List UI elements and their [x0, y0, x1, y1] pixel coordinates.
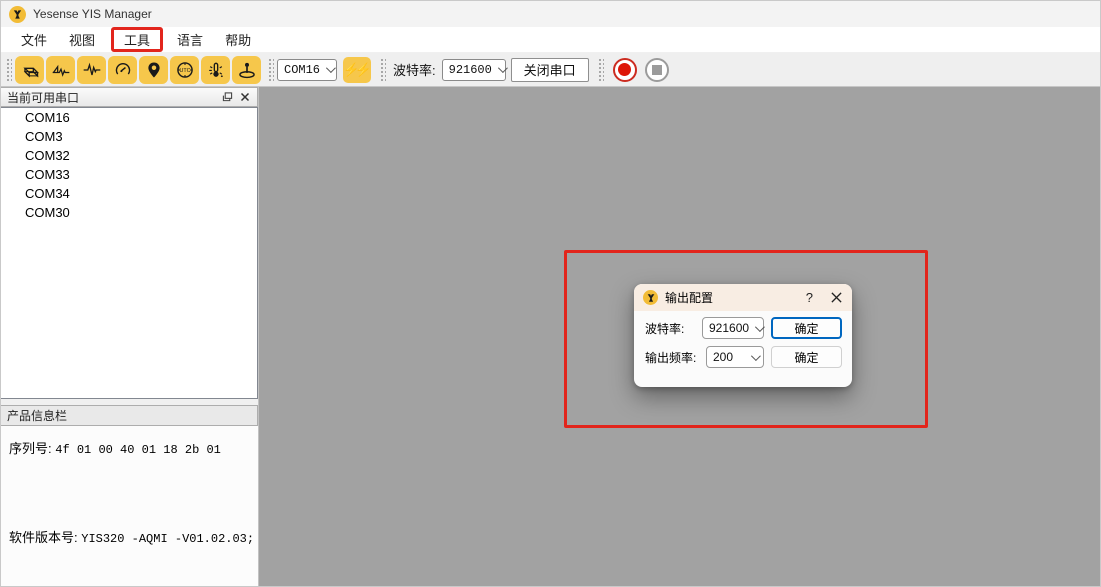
dialog-baud-label: 波特率: [645, 320, 702, 337]
serial-number-value: 4f 01 00 40 01 18 2b 01 [55, 443, 221, 457]
output-rate-row: 输出频率: 200 确定 [645, 346, 842, 368]
software-version-line: 软件版本号: YIS320 -AQMI -V01.02.03; [9, 527, 250, 546]
dialog-baud-value: 921600 [709, 321, 749, 335]
app-logo-icon [9, 6, 26, 23]
baud-rate-select[interactable]: 921600 [442, 59, 506, 81]
port-list-item[interactable]: COM30 [1, 203, 257, 222]
ports-list: COM16 COM3 COM32 COM33 COM34 COM30 [1, 107, 258, 399]
angle-waveform-icon-button[interactable] [46, 56, 75, 84]
ports-panel-title: 当前可用串口 [7, 89, 219, 106]
port-select-value: COM16 [284, 63, 320, 77]
software-version-label: 软件版本号: [9, 530, 78, 545]
svg-text:UTC: UTC [179, 68, 190, 74]
dialog-title: 输出配置 [665, 289, 796, 306]
baud-rate-label: 波特率: [393, 60, 436, 79]
port-list-item[interactable]: COM16 [1, 108, 257, 127]
location-pin-icon-button[interactable] [139, 56, 168, 84]
dialog-close-button[interactable] [823, 292, 844, 303]
window-title: Yesense YIS Manager [33, 7, 152, 21]
port-list-item[interactable]: COM3 [1, 127, 257, 146]
output-config-dialog: 输出配置 ? 波特率: 921600 确定 [634, 284, 852, 387]
port-list-item[interactable]: COM32 [1, 146, 257, 165]
dialog-title-bar: 输出配置 ? [634, 284, 852, 311]
refresh-ports-button[interactable]: ⚡⚡ [343, 57, 371, 83]
dialog-body: 波特率: 921600 确定 输出频率: 200 确定 [634, 311, 852, 368]
serial-number-label: 序列号: [9, 441, 52, 456]
float-panel-button[interactable] [219, 90, 236, 105]
dialog-baud-select[interactable]: 921600 [702, 317, 764, 339]
chevron-down-icon [751, 351, 761, 361]
pulse-waveform-icon-button[interactable] [77, 56, 106, 84]
menu-help[interactable]: 帮助 [215, 27, 261, 52]
temperature-icon-button[interactable] [201, 56, 230, 84]
product-info-header: 产品信息栏 [1, 405, 258, 426]
serial-number-line: 序列号: 4f 01 00 40 01 18 2b 01 [9, 438, 250, 457]
port-select[interactable]: COM16 [277, 59, 337, 81]
dialog-logo-icon [643, 290, 658, 305]
stop-button[interactable] [645, 58, 669, 82]
product-info-title: 产品信息栏 [7, 407, 67, 424]
menu-tools[interactable]: 工具 [114, 30, 160, 51]
title-bar: Yesense YIS Manager [1, 1, 1100, 27]
menu-view[interactable]: 视图 [59, 27, 105, 52]
lightning-icon: ⚡⚡ [343, 62, 367, 77]
toolbar-grip[interactable] [267, 57, 274, 83]
menu-file[interactable]: 文件 [11, 27, 57, 52]
chevron-down-icon [498, 63, 508, 73]
stop-square-icon [652, 65, 662, 75]
dialog-help-button[interactable]: ? [796, 290, 823, 305]
software-version-value: YIS320 -AQMI -V01.02.03; [81, 532, 254, 546]
port-list-item[interactable]: COM33 [1, 165, 257, 184]
chevron-down-icon [755, 322, 765, 332]
product-info-body: 序列号: 4f 01 00 40 01 18 2b 01 软件版本号: YIS3… [1, 426, 258, 586]
menu-language[interactable]: 语言 [167, 27, 213, 52]
content-area: 当前可用串口 COM16 COM3 COM32 COM33 COM34 COM3… [1, 87, 1100, 586]
toolbar-grip[interactable] [379, 57, 386, 83]
gauge-icon-button[interactable] [108, 56, 137, 84]
dialog-rate-confirm-button[interactable]: 确定 [771, 346, 842, 368]
menu-bar: 文件 视图 工具 语言 帮助 [1, 27, 1100, 53]
cube-3d-icon-button[interactable] [15, 56, 44, 84]
close-panel-button[interactable] [236, 90, 253, 105]
attitude-pin-icon-button[interactable] [232, 56, 261, 84]
dialog-baud-confirm-button[interactable]: 确定 [771, 317, 842, 339]
utc-clock-icon-button[interactable]: UTC [170, 56, 199, 84]
baud-rate-row: 波特率: 921600 确定 [645, 317, 842, 339]
annotation-box-tools: 工具 [111, 27, 163, 52]
toolbar-grip[interactable] [597, 57, 604, 83]
chevron-down-icon [326, 63, 336, 73]
toolbar-grip[interactable] [5, 57, 12, 83]
dialog-rate-value: 200 [713, 350, 733, 364]
dialog-rate-label: 输出频率: [645, 349, 706, 366]
serial-ports-panel: 当前可用串口 COM16 COM3 COM32 COM33 COM34 COM3… [1, 87, 259, 586]
record-dot-icon [618, 63, 631, 76]
baud-rate-value: 921600 [449, 63, 492, 77]
close-serial-button[interactable]: 关闭串口 [511, 58, 589, 82]
record-button[interactable] [613, 58, 637, 82]
app-window: Yesense YIS Manager 文件 视图 工具 语言 帮助 UTC [0, 0, 1101, 587]
dialog-rate-select[interactable]: 200 [706, 346, 764, 368]
ports-panel-header: 当前可用串口 [1, 87, 258, 107]
workspace: 输出配置 ? 波特率: 921600 确定 [259, 87, 1100, 586]
toolbar: UTC COM16 ⚡⚡ 波特率: 921600 关闭串口 [1, 53, 1100, 87]
port-list-item[interactable]: COM34 [1, 184, 257, 203]
